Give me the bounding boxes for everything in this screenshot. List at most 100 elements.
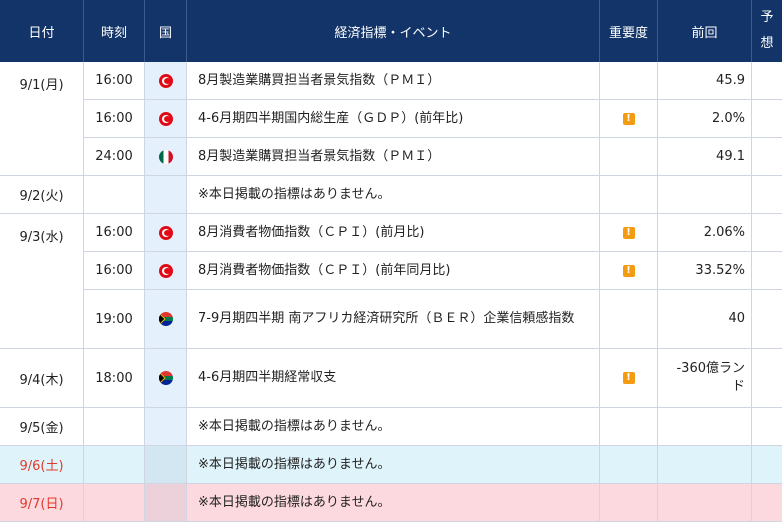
importance-cell: !: [600, 100, 658, 138]
event-cell: 8月消費者物価指数（ＣＰＩ）(前年同月比): [187, 252, 600, 290]
sunday-date: 9/7(日): [19, 497, 64, 512]
time-cell: 16:00: [84, 100, 145, 138]
date-cell: [0, 290, 84, 349]
previous-cell: 33.52%: [658, 252, 752, 290]
header-forecast-1: 予: [760, 10, 774, 25]
event-cell: ※本日掲載の指標はありません。: [187, 446, 600, 484]
forecast-cell: [752, 484, 782, 522]
date-cell: 9/3(水): [0, 214, 84, 252]
time-cell: [84, 484, 145, 522]
event-cell: 8月消費者物価指数（ＣＰＩ）(前月比): [187, 214, 600, 252]
forecast-cell: [752, 62, 782, 100]
event-cell: 8月製造業購買担当者景気指数（ＰＭＩ）: [187, 138, 600, 176]
country-cell: [145, 176, 187, 214]
date-cell: 9/2(火): [0, 176, 84, 214]
header-previous: 前回: [658, 0, 752, 62]
previous-cell: 40: [658, 290, 752, 349]
forecast-cell: [752, 176, 782, 214]
time-cell: 18:00: [84, 349, 145, 408]
time-cell: 16:00: [84, 252, 145, 290]
forecast-cell: [752, 349, 782, 408]
event-cell: 7-9月期四半期 南アフリカ経済研究所（ＢＥＲ）企業信頼感指数: [187, 290, 600, 349]
previous-cell: [658, 408, 752, 446]
header-importance: 重要度: [600, 0, 658, 62]
importance-cell: !: [600, 252, 658, 290]
table-row: 16:00 4-6月期四半期国内総生産（ＧＤＰ）(前年比) ! 2.0%: [0, 100, 782, 138]
economic-calendar-table: 日付 時刻 国 経済指標・イベント 重要度 前回 予 想 9/1(月) 16:0…: [0, 0, 782, 522]
time-cell: 19:00: [84, 290, 145, 349]
previous-cell: [658, 446, 752, 484]
time-cell: [84, 408, 145, 446]
event-cell: ※本日掲載の指標はありません。: [187, 176, 600, 214]
country-cell: [145, 100, 187, 138]
header-country: 国: [145, 0, 187, 62]
event-cell: ※本日掲載の指標はありません。: [187, 408, 600, 446]
country-cell: [145, 138, 187, 176]
importance-icon: !: [622, 112, 635, 125]
importance-cell: [600, 138, 658, 176]
time-cell: 16:00: [84, 214, 145, 252]
event-cell: 4-6月期四半期経常収支: [187, 349, 600, 408]
date-cell: [0, 100, 84, 138]
turkey-flag-icon: [158, 225, 173, 240]
header-forecast-2: 想: [760, 36, 774, 51]
importance-cell: !: [600, 214, 658, 252]
turkey-flag-icon: [158, 263, 173, 278]
header-event: 経済指標・イベント: [187, 0, 600, 62]
event-cell: ※本日掲載の指標はありません。: [187, 484, 600, 522]
event-cell: 4-6月期四半期国内総生産（ＧＤＰ）(前年比): [187, 100, 600, 138]
importance-cell: [600, 484, 658, 522]
date-cell: 9/5(金): [0, 408, 84, 446]
forecast-cell: [752, 408, 782, 446]
importance-icon: !: [622, 372, 635, 384]
country-cell: [145, 290, 187, 349]
country-cell: [145, 446, 187, 484]
saturday-date: 9/6(土): [19, 459, 64, 474]
forecast-cell: [752, 214, 782, 252]
date-cell: [0, 252, 84, 290]
importance-icon: !: [622, 264, 635, 277]
table-row: 16:00 8月消費者物価指数（ＣＰＩ）(前年同月比) ! 33.52%: [0, 252, 782, 290]
importance-cell: [600, 62, 658, 100]
header-time: 時刻: [84, 0, 145, 62]
country-cell: [145, 484, 187, 522]
table-row: 9/7(日) ※本日掲載の指標はありません。: [0, 484, 782, 522]
country-cell: [145, 62, 187, 100]
header-forecast: 予 想: [752, 0, 782, 62]
previous-cell: [658, 484, 752, 522]
country-cell: [145, 349, 187, 408]
forecast-cell: [752, 446, 782, 484]
table-row: 9/4(木) 18:00 4-6月期四半期経常収支 ! -360億ランド: [0, 349, 782, 408]
date-cell: 9/4(木): [0, 349, 84, 408]
importance-cell: [600, 446, 658, 484]
date-cell: 9/7(日): [0, 484, 84, 522]
time-cell: 16:00: [84, 62, 145, 100]
previous-cell: 2.0%: [658, 100, 752, 138]
country-cell: [145, 252, 187, 290]
previous-cell: 49.1: [658, 138, 752, 176]
table-row: 9/2(火) ※本日掲載の指標はありません。: [0, 176, 782, 214]
table-row: 9/6(土) ※本日掲載の指標はありません。: [0, 446, 782, 484]
time-cell: 24:00: [84, 138, 145, 176]
forecast-cell: [752, 252, 782, 290]
forecast-cell: [752, 290, 782, 349]
previous-cell: -360億ランド: [658, 349, 752, 408]
importance-cell: [600, 408, 658, 446]
table-row: 19:00 7-9月期四半期 南アフリカ経済研究所（ＢＥＲ）企業信頼感指数 40: [0, 290, 782, 349]
time-cell: [84, 176, 145, 214]
date-cell: 9/6(土): [0, 446, 84, 484]
event-cell: 8月製造業購買担当者景気指数（ＰＭＩ）: [187, 62, 600, 100]
turkey-flag-icon: [158, 73, 173, 88]
south-africa-flag-icon: [158, 371, 173, 385]
country-cell: [145, 214, 187, 252]
importance-icon: !: [622, 226, 635, 239]
time-cell: [84, 446, 145, 484]
importance-cell: [600, 290, 658, 349]
table-row: 9/1(月) 16:00 8月製造業購買担当者景気指数（ＰＭＩ） 45.9: [0, 62, 782, 100]
date-cell: [0, 138, 84, 176]
previous-cell: [658, 176, 752, 214]
importance-cell: !: [600, 349, 658, 408]
previous-cell: 45.9: [658, 62, 752, 100]
table-row: 24:00 8月製造業購買担当者景気指数（ＰＭＩ） 49.1: [0, 138, 782, 176]
table-header: 日付 時刻 国 経済指標・イベント 重要度 前回 予 想: [0, 0, 782, 62]
